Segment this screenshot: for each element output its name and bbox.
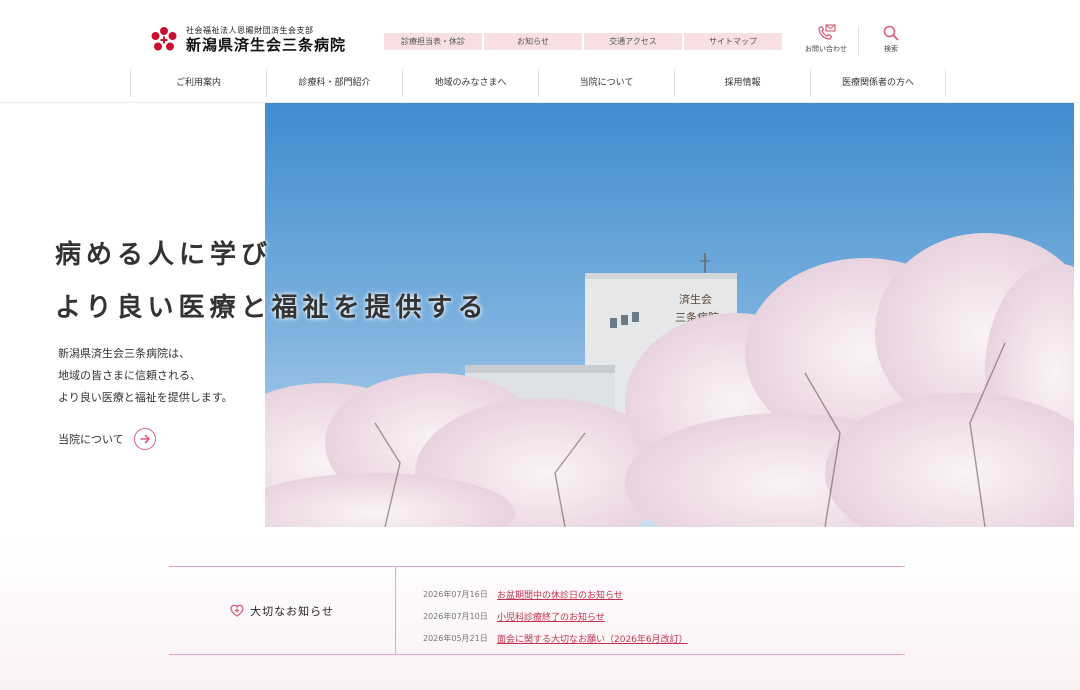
notices-heading-text: 大切なお知らせ xyxy=(250,604,334,618)
hero-intro-line-2: 地域の皆さまに信頼される、 xyxy=(58,369,201,382)
notice-date: 2026年07月16日 xyxy=(423,589,488,599)
header-divider xyxy=(858,26,859,56)
hero-headline-line-2: より良い医療と福祉を提供する xyxy=(55,293,489,323)
notices-list: 2026年07月16日 お盆期間中の休診日のお知らせ 2026年07月10日 小… xyxy=(423,583,688,649)
notice-date: 2026年05月21日 xyxy=(423,633,488,643)
list-item: 2026年07月16日 お盆期間中の休診日のお知らせ xyxy=(423,583,688,605)
hero-intro-line-3: より良い医療と福祉を提供します。 xyxy=(58,391,233,404)
notices-heading: 大切なお知らせ xyxy=(169,567,395,654)
heart-plus-icon xyxy=(230,604,244,617)
list-item: 2026年07月10日 小児科診療終了のお知らせ xyxy=(423,605,688,627)
utility-link-news[interactable]: お知らせ xyxy=(484,33,582,50)
hero-intro: 新潟県済生会三条病院は、 地域の皆さまに信頼される、 より良い医療と福祉を提供し… xyxy=(58,343,233,409)
gnav-item-community[interactable]: 地域のみなさまへ xyxy=(402,69,538,97)
gnav-item-departments[interactable]: 診療科・部門紹介 xyxy=(266,69,402,97)
about-link[interactable]: 当院について xyxy=(58,428,156,450)
list-item: 2026年05月21日 面会に関する大切なお願い（2026年6月改訂） xyxy=(423,627,688,649)
hero-intro-line-1: 新潟県済生会三条病院は、 xyxy=(58,347,190,360)
contact-button[interactable]: お問い合わせ xyxy=(802,24,850,54)
search-icon xyxy=(883,25,899,41)
utility-link-schedule[interactable]: 診療担当表・休診 xyxy=(384,33,482,50)
utility-link-sitemap[interactable]: サイトマップ xyxy=(684,33,782,50)
gnav-item-recruit[interactable]: 採用情報 xyxy=(674,69,810,97)
utility-nav: 診療担当表・休診 お知らせ 交通アクセス サイトマップ xyxy=(384,33,782,50)
building-sign-line-1: 済生会 xyxy=(679,292,712,306)
site-logo[interactable]: 社会福祉法人恩賜財団済生会支部 新潟県済生会三条病院 xyxy=(150,26,346,54)
global-nav: ご利用案内 診療科・部門紹介 地域のみなさまへ 当院について 採用情報 医療関係… xyxy=(130,69,946,97)
gnav-item-about[interactable]: 当院について xyxy=(538,69,674,97)
logo-title: 新潟県済生会三条病院 xyxy=(186,36,347,54)
site-header: 社会福祉法人恩賜財団済生会支部 新潟県済生会三条病院 診療担当表・休診 お知らせ… xyxy=(0,0,1080,103)
saiseikai-logo-icon xyxy=(151,27,177,51)
search-label: 検索 xyxy=(884,45,898,53)
important-notices: 大切なお知らせ 2026年07月16日 お盆期間中の休診日のお知らせ 2026年… xyxy=(169,566,905,655)
phone-mail-icon xyxy=(818,24,836,40)
logo-subtitle: 社会福祉法人恩賜財団済生会支部 xyxy=(186,26,314,35)
gnav-item-guide[interactable]: ご利用案内 xyxy=(130,69,266,97)
about-link-label: 当院について xyxy=(58,433,124,446)
contact-label: お問い合わせ xyxy=(805,45,847,53)
notices-divider xyxy=(395,567,396,654)
hero-headline-line-1: 病める人に学び xyxy=(55,240,273,270)
notice-link[interactable]: 小児科診療終了のお知らせ xyxy=(497,610,605,623)
search-button[interactable]: 検索 xyxy=(867,24,915,54)
utility-link-access[interactable]: 交通アクセス xyxy=(584,33,682,50)
notice-date: 2026年07月10日 xyxy=(423,611,488,621)
notice-link[interactable]: お盆期間中の休診日のお知らせ xyxy=(497,588,623,601)
gnav-item-medical-professionals[interactable]: 医療関係者の方へ xyxy=(810,69,946,97)
arrow-right-icon xyxy=(133,428,156,450)
logo-text: 社会福祉法人恩賜財団済生会支部 新潟県済生会三条病院 xyxy=(186,26,346,54)
notice-link[interactable]: 面会に関する大切なお願い（2026年6月改訂） xyxy=(497,632,688,645)
